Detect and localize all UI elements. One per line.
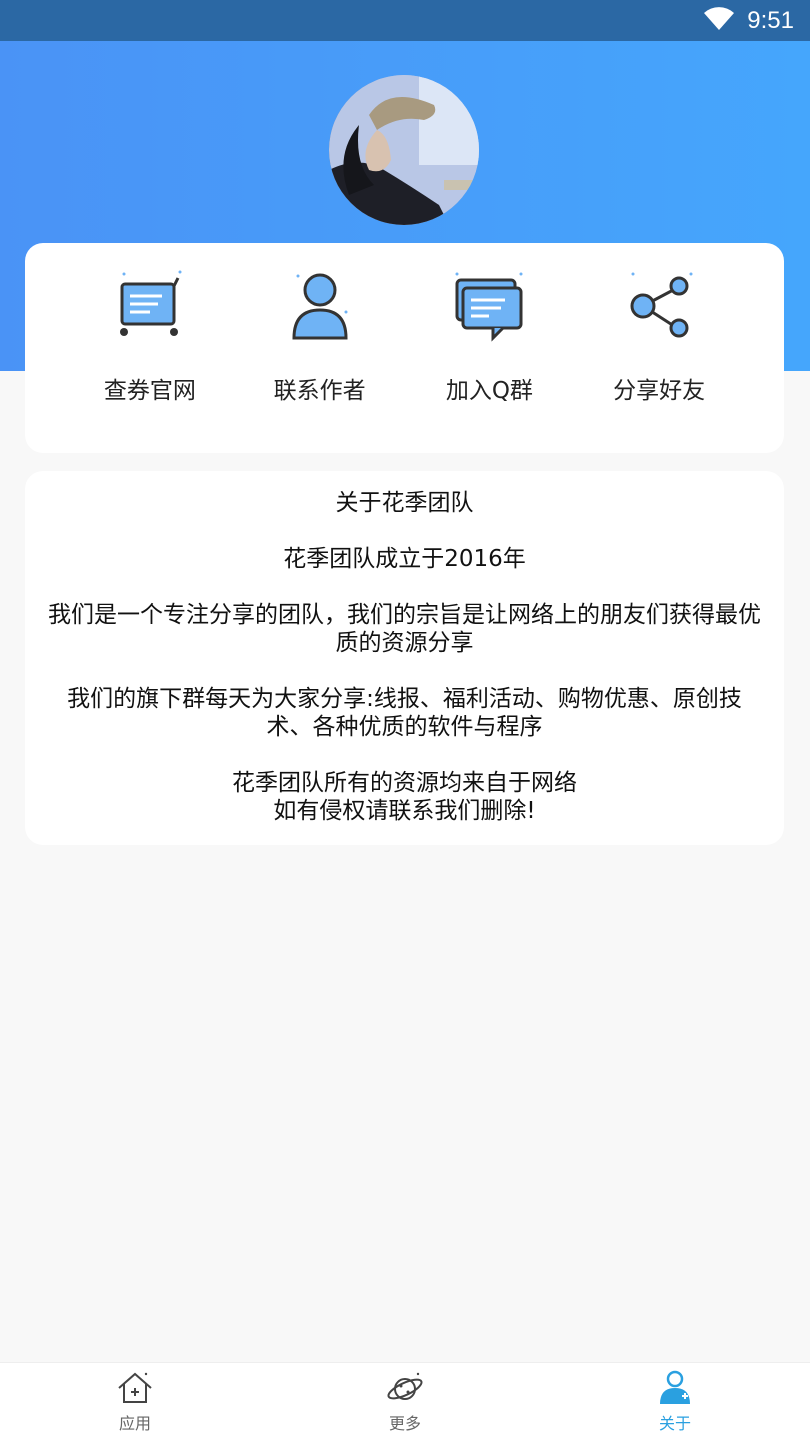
action-contact-author[interactable]: 联系作者 <box>245 261 395 453</box>
about-founded: 花季团队成立于2016年 <box>283 546 526 572</box>
about-groups: 我们的旗下群每天为大家分享:线报、福利活动、购物优惠、原创技 术、各种优质的软件… <box>35 685 774 741</box>
tab-label: 应用 <box>118 1414 151 1433</box>
about-disclaimer-line1: 花季团队所有的资源均来自于网络 <box>232 770 577 796</box>
bottom-tab-bar: 应用 更多 关于 <box>0 1362 810 1440</box>
tab-label: 更多 <box>388 1414 421 1433</box>
cart-icon <box>105 261 195 351</box>
chat-icon <box>444 261 534 351</box>
action-coupon-site[interactable]: 查券官网 <box>75 261 225 453</box>
tab-about[interactable]: 关于 <box>540 1363 810 1440</box>
about-mission-line1: 我们是一个专注分享的团队，我们的宗旨是让网络上的朋友们获得最优 <box>48 602 761 628</box>
about-groups-line1: 我们的旗下群每天为大家分享:线报、福利活动、购物优惠、原创技 <box>67 686 742 712</box>
about-groups-line2: 术、各种优质的软件与程序 <box>266 714 543 740</box>
action-label: 加入Q群 <box>445 378 533 404</box>
about-card: 关于花季团队 花季团队成立于2016年 我们是一个专注分享的团队，我们的宗旨是让… <box>25 471 784 845</box>
action-label: 分享好友 <box>613 378 706 404</box>
about-mission: 我们是一个专注分享的团队，我们的宗旨是让网络上的朋友们获得最优 质的资源分享 <box>35 601 774 657</box>
action-share-friends[interactable]: 分享好友 <box>584 261 734 453</box>
status-time: 9:51 <box>747 6 794 34</box>
about-disclaimer: 花季团队所有的资源均来自于网络 如有侵权请联系我们删除! <box>35 769 774 825</box>
tab-more[interactable]: 更多 <box>270 1363 540 1440</box>
avatar[interactable] <box>329 75 479 225</box>
wifi-icon <box>703 6 735 35</box>
action-label: 查券官网 <box>103 378 196 404</box>
tab-apps[interactable]: 应用 <box>0 1363 270 1440</box>
user-icon <box>660 1370 690 1404</box>
home-icon <box>118 1372 152 1403</box>
quick-actions-card: 查券官网 联系作者 加入Q群 分享好友 <box>25 243 784 453</box>
person-icon <box>275 261 365 351</box>
about-title: 关于花季团队 <box>335 490 474 516</box>
action-label: 联系作者 <box>273 378 366 404</box>
planet-icon <box>387 1372 423 1400</box>
about-disclaimer-line2: 如有侵权请联系我们删除! <box>273 798 536 824</box>
status-bar: 9:51 <box>0 0 810 41</box>
action-join-qq-group[interactable]: 加入Q群 <box>414 261 564 453</box>
share-icon <box>614 261 704 351</box>
tab-label: 关于 <box>658 1414 691 1433</box>
about-mission-line2: 质的资源分享 <box>335 630 474 656</box>
